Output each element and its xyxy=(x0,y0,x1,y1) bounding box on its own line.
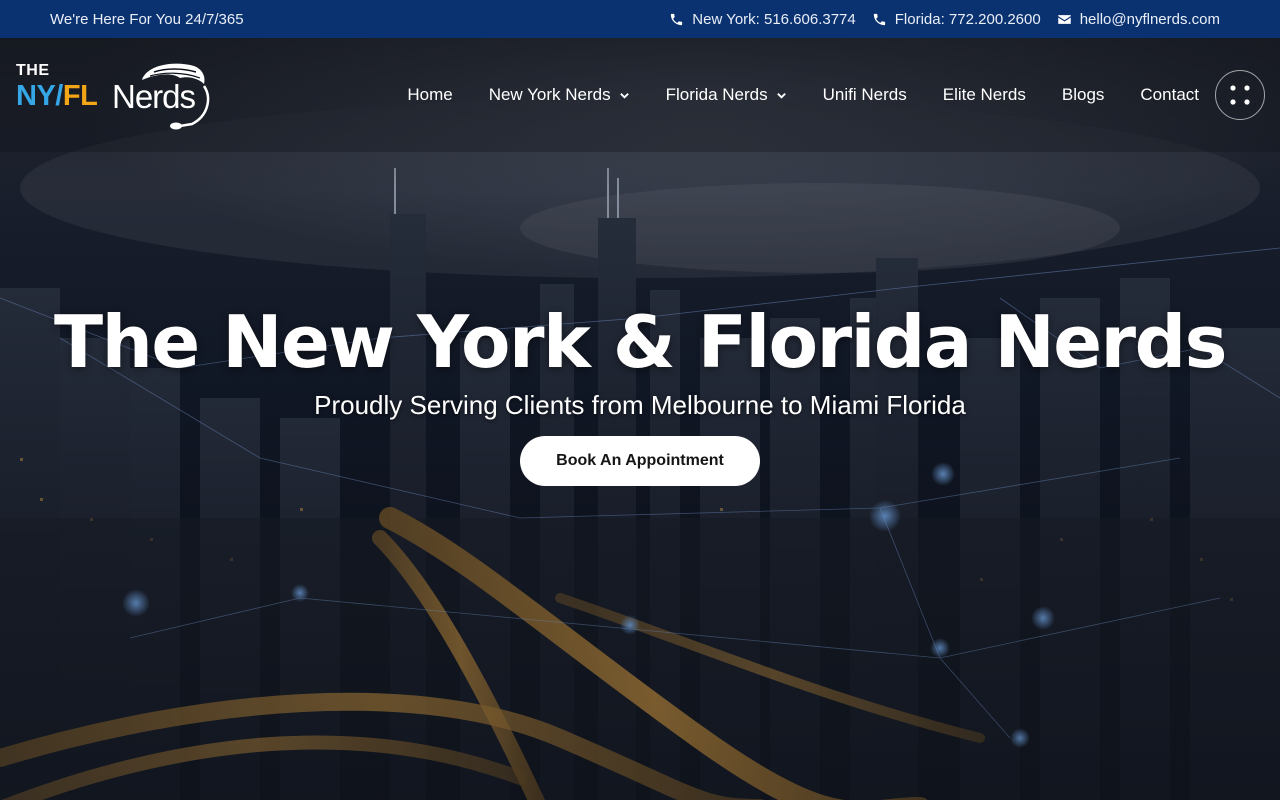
logo-the: THE xyxy=(16,61,50,79)
email-link[interactable]: hello@nyflnerds.com xyxy=(1057,11,1220,28)
offcanvas-menu-button[interactable] xyxy=(1215,70,1265,120)
hero-subtitle: Proudly Serving Clients from Melbourne t… xyxy=(314,390,966,420)
contact-list: New York: 516.606.3774 Florida: 772.200.… xyxy=(669,11,1220,28)
nav-item-blogs[interactable]: Blogs xyxy=(1062,85,1105,105)
chevron-down-icon xyxy=(776,92,786,99)
nerd-hair-headset-icon xyxy=(142,63,210,129)
new-york-phone-link[interactable]: New York: 516.606.3774 xyxy=(669,10,856,28)
email-label: hello@nyflnerds.com xyxy=(1079,10,1220,28)
nav-item-elite-nerds[interactable]: Elite Nerds xyxy=(943,85,1026,105)
book-appointment-button[interactable]: Book An Appointment xyxy=(520,436,760,486)
hero-content: The New York & Florida Nerds Proudly Ser… xyxy=(0,300,1280,486)
nav-item-label: Florida Nerds xyxy=(665,85,768,104)
tagline: We're Here For You 24/7/365 xyxy=(50,10,244,28)
nav-item-new-york-nerds[interactable]: New York Nerds xyxy=(489,85,630,105)
nav-item-label: Elite Nerds xyxy=(942,85,1026,104)
logo-nyfl: NY/FL xyxy=(16,79,98,112)
grid-dots-icon xyxy=(1230,85,1250,105)
florida-phone-link[interactable]: Florida: 772.200.2600 xyxy=(872,11,1041,28)
hero-title: The New York & Florida Nerds xyxy=(54,300,1227,384)
florida-phone-label: Florida: 772.200.2600 xyxy=(894,10,1041,28)
new-york-phone-label: New York: 516.606.3774 xyxy=(692,10,856,28)
nav-item-florida-nerds[interactable]: Florida Nerds xyxy=(666,85,787,105)
phone-icon xyxy=(671,13,683,25)
site-logo[interactable]: THE NY/FL Nerds xyxy=(16,58,210,133)
nav-item-home[interactable]: Home xyxy=(407,85,452,105)
nav-menu: Home New York Nerds Florida Nerds Unifi … xyxy=(407,85,1199,105)
top-bar: We're Here For You 24/7/365 New York: 51… xyxy=(0,0,1280,38)
nav-item-contact[interactable]: Contact xyxy=(1140,85,1199,105)
envelope-icon xyxy=(1057,14,1071,24)
nav-item-label: Unifi Nerds xyxy=(822,85,907,104)
main-navigation: THE NY/FL Nerds Home New York Nerds Flor… xyxy=(0,38,1280,152)
nav-item-label: Blogs xyxy=(1061,85,1105,104)
nav-item-unifi-nerds[interactable]: Unifi Nerds xyxy=(823,85,907,105)
nav-item-label: Contact xyxy=(1140,85,1199,104)
nav-item-label: Home xyxy=(407,85,453,104)
phone-icon xyxy=(873,13,885,25)
nav-item-label: New York Nerds xyxy=(488,85,611,104)
chevron-down-icon xyxy=(619,92,629,99)
